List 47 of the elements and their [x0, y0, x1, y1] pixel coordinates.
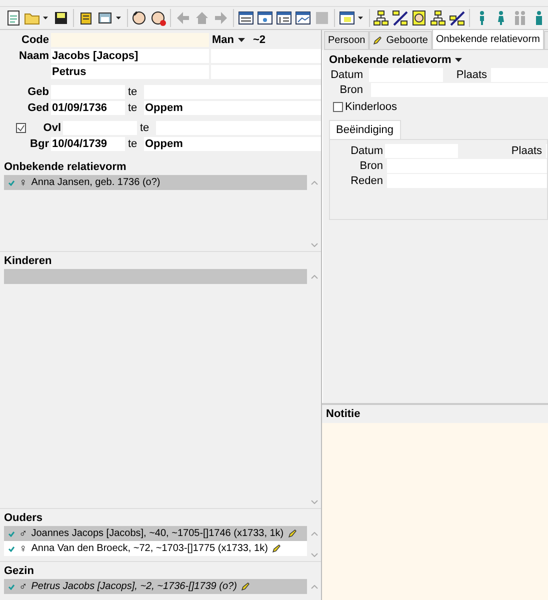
section-title: Onbekende relatievorm	[3, 160, 128, 175]
field-label: Reden	[350, 175, 384, 187]
count-label: ~2	[253, 34, 266, 46]
field-label: Datum	[330, 69, 364, 81]
person-entry: Anna Jansen, geb. 1736 (o?)	[31, 177, 160, 188]
sex-symbol: ♂	[19, 528, 28, 540]
field-label: Naam	[18, 50, 50, 62]
field-label: Datum	[350, 145, 384, 157]
place-field[interactable]: Oppem	[144, 100, 321, 114]
field-label: Plaats	[510, 145, 543, 157]
list-row[interactable]: ♀ Anna Jansen, geb. 1736 (o?)	[4, 175, 307, 190]
field-label: Code	[20, 34, 50, 46]
tab[interactable]: Beëindiging	[329, 120, 400, 139]
field-label: te	[127, 86, 138, 98]
field-label: Ged	[26, 102, 50, 114]
field-label: Ovl	[42, 122, 62, 134]
tab[interactable]: Onbekende relatievorm	[432, 30, 544, 49]
checkbox-label: Kinderloos	[345, 101, 397, 113]
field-label: Plaats	[455, 69, 488, 81]
relation-type-dropdown[interactable]: Onbekende relatievorm	[329, 54, 452, 66]
list-row[interactable]: ♀ Anna Van den Broeck, ~72, ~1703-[]1775 (x1733, 1k)	[4, 541, 307, 556]
sex-symbol: ♂	[19, 580, 28, 592]
field-label: Geb	[26, 86, 50, 98]
field-label: Bgr	[29, 138, 50, 150]
date-field[interactable]: 10/04/1739	[51, 136, 125, 150]
sex-symbol: ♀	[19, 176, 28, 188]
field-label: Bron	[338, 84, 364, 96]
field-label: te	[139, 122, 150, 134]
person-entry: Joannes Jacops [Jacobs], ~40, ~1705-[]1746 (x1733, 1k)	[31, 528, 284, 539]
section-title: Kinderen	[3, 254, 53, 269]
person-entry: Anna Van den Broeck, ~72, ~1703-[]1775 (x1733, 1k)	[31, 543, 268, 554]
date-field[interactable]: 01/09/1736	[51, 100, 125, 114]
tab[interactable]: Geboorte	[369, 31, 432, 49]
list-row[interactable]: ♂ Joannes Jacops [Jacobs], ~40, ~1705-[]1746 (x1733, 1k)	[4, 526, 307, 541]
list-row[interactable]: ♂ Petrus Jacobs [Jacops], ~2, ~1736-[]1739 (o?)	[4, 579, 307, 594]
field-label: te	[127, 102, 138, 114]
field-label: Bron	[358, 160, 384, 172]
section-title: Ouders	[3, 511, 44, 526]
gender-dropdown[interactable]: Man	[212, 34, 234, 46]
person-entry: Petrus Jacobs [Jacops], ~2, ~1736-[]1739 (o?)	[31, 581, 237, 592]
name-field[interactable]: Jacobs [Jacops]	[51, 48, 209, 62]
tab[interactable]: Persoon	[324, 31, 370, 49]
section-title: Gezin	[3, 564, 35, 579]
name-field[interactable]: Petrus	[51, 64, 209, 78]
place-field[interactable]: Oppem	[144, 136, 321, 150]
field-label: te	[127, 138, 138, 150]
sex-symbol: ♀	[19, 542, 28, 554]
